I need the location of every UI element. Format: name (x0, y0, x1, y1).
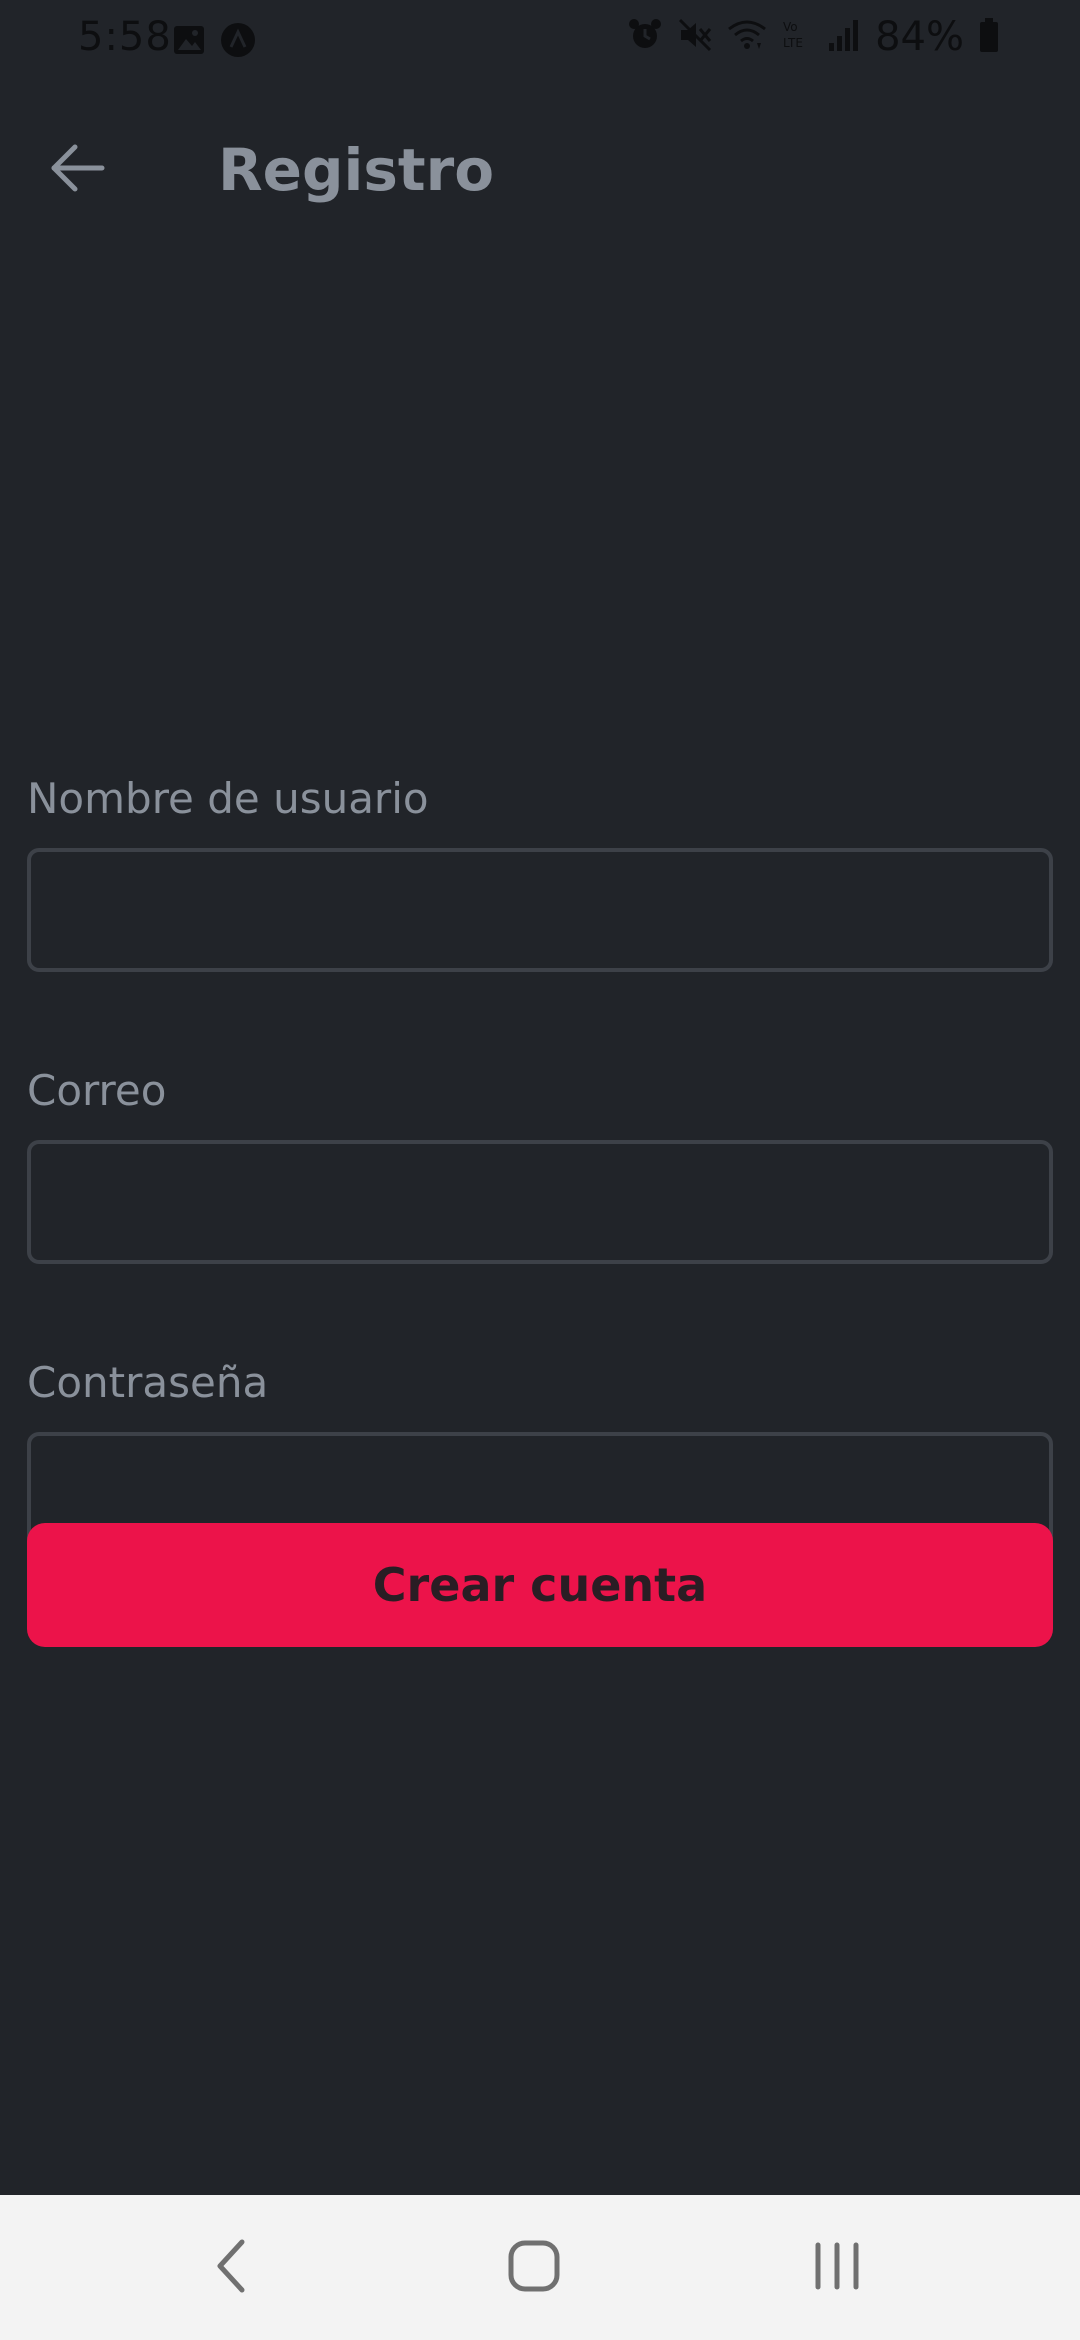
volte-icon: Vo LTE (781, 17, 813, 57)
nav-home-button[interactable] (464, 2195, 604, 2340)
notification-a-icon (220, 22, 256, 62)
create-account-button[interactable]: Crear cuenta (27, 1523, 1053, 1647)
nav-back-button[interactable] (162, 2195, 302, 2340)
status-time: 5:58 (78, 14, 172, 60)
app-bar: Registro (0, 100, 1080, 240)
home-nav-icon (506, 2238, 562, 2298)
recents-nav-icon (812, 2241, 862, 2295)
arrow-left-icon (50, 143, 106, 197)
back-nav-icon (212, 2238, 252, 2298)
nav-recents-button[interactable] (767, 2195, 907, 2340)
status-left-icons (172, 22, 256, 62)
signal-icon (827, 17, 861, 57)
status-right: Vo LTE 84% (627, 14, 1000, 60)
registration-screen: 5:58 Vo LTE 84% Registro Nombre de usuar… (0, 0, 1080, 2340)
username-label: Nombre de usuario (27, 774, 429, 823)
mute-icon (677, 17, 713, 57)
svg-text:Vo: Vo (783, 20, 798, 34)
registration-form: Nombre de usuario Correo Contraseña (27, 770, 1053, 1556)
wifi-icon (727, 17, 767, 57)
email-field[interactable] (27, 1140, 1053, 1264)
system-nav-bar (0, 2195, 1080, 2340)
password-label: Contraseña (27, 1358, 269, 1407)
battery-icon (978, 17, 1000, 57)
alarm-icon (627, 17, 663, 57)
email-label: Correo (27, 1066, 167, 1115)
page-title: Registro (218, 136, 495, 204)
back-button[interactable] (38, 130, 118, 210)
create-account-label: Crear cuenta (372, 1558, 708, 1612)
image-icon (172, 23, 206, 61)
status-bar: 5:58 Vo LTE 84% (0, 0, 1080, 82)
username-field[interactable] (27, 848, 1053, 972)
svg-text:LTE: LTE (783, 36, 803, 50)
battery-percentage: 84% (875, 14, 964, 60)
